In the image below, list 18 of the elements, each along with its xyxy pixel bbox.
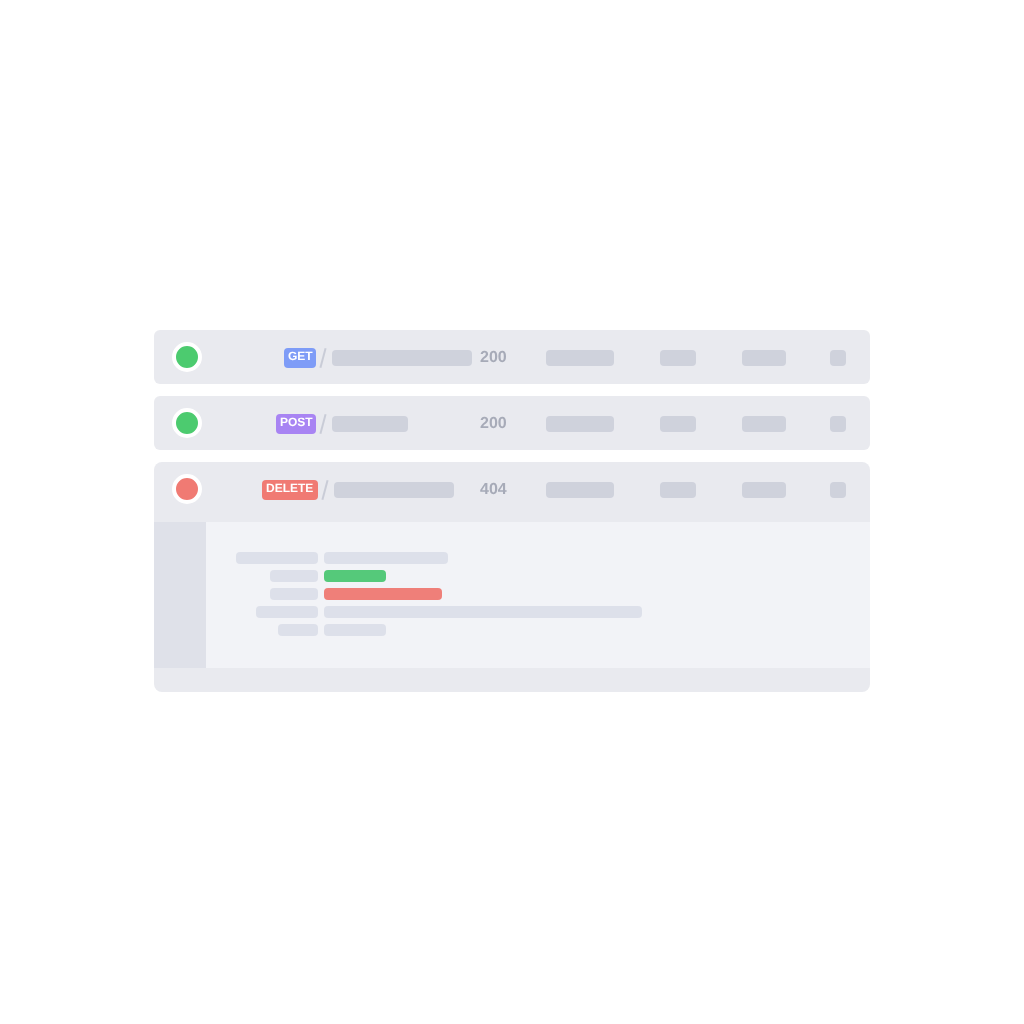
column-placeholder xyxy=(830,349,846,365)
path-placeholder xyxy=(333,481,454,497)
path-placeholder xyxy=(332,415,409,431)
column-placeholder xyxy=(660,481,696,497)
column-placeholder xyxy=(742,481,786,497)
status-code: 404 xyxy=(480,477,507,501)
column-placeholder xyxy=(546,481,614,497)
path-placeholder xyxy=(332,349,473,365)
column-placeholder xyxy=(660,415,696,431)
column-placeholder xyxy=(742,415,786,431)
column-placeholder xyxy=(830,481,846,497)
status-code: 200 xyxy=(480,411,507,435)
status-code: 200 xyxy=(480,345,507,369)
column-placeholder xyxy=(546,415,614,431)
column-placeholder xyxy=(546,349,614,365)
column-placeholder xyxy=(830,415,846,431)
column-placeholder xyxy=(660,349,696,365)
column-placeholder xyxy=(742,349,786,365)
